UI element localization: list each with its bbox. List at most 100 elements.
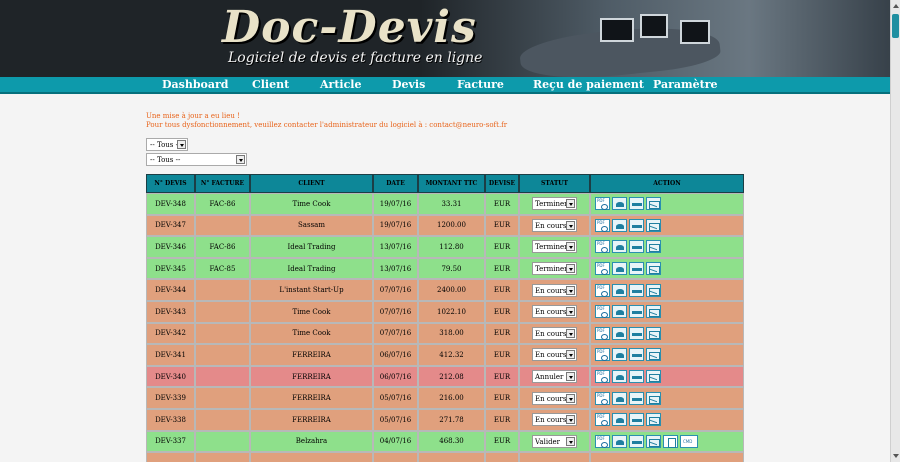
delete-icon[interactable] xyxy=(629,218,644,232)
edit-icon[interactable] xyxy=(612,413,627,427)
status-select[interactable]: Terminer xyxy=(532,240,577,254)
header-action: ACTION xyxy=(590,174,744,193)
header-client[interactable]: CLIENT xyxy=(250,174,373,193)
delete-icon[interactable] xyxy=(629,434,644,448)
pdf-icon[interactable] xyxy=(595,283,610,297)
nav-dashboard[interactable]: Dashboard xyxy=(162,78,229,91)
edit-icon[interactable] xyxy=(612,348,627,362)
vertical-scrollbar[interactable] xyxy=(890,0,900,462)
cell-devise: EUR xyxy=(485,193,519,215)
cell-devise: EUR xyxy=(485,344,519,366)
pdf-icon[interactable] xyxy=(595,262,610,276)
delete-icon[interactable] xyxy=(629,370,644,384)
cell-client: Belzahra xyxy=(250,430,373,453)
status-select[interactable]: Annuler xyxy=(532,370,577,384)
status-select[interactable]: En cours xyxy=(532,218,577,232)
mail-icon[interactable] xyxy=(646,370,661,384)
status-select[interactable]: Terminer xyxy=(532,197,577,211)
mail-icon[interactable] xyxy=(646,240,661,254)
status-select-value: Terminer xyxy=(535,243,568,252)
status-select[interactable]: En cours xyxy=(532,283,577,297)
pdf-icon[interactable] xyxy=(595,391,610,405)
nav-facture[interactable]: Facture xyxy=(457,78,504,91)
header-montant[interactable]: MONTANT TTC xyxy=(418,174,485,193)
cell-devise: EUR xyxy=(485,214,519,237)
pdf-icon[interactable] xyxy=(595,218,610,232)
delete-icon[interactable] xyxy=(629,348,644,362)
nav-devis[interactable]: Devis xyxy=(392,78,425,91)
mail-icon[interactable] xyxy=(646,348,661,362)
delete-icon[interactable] xyxy=(629,283,644,297)
status-select[interactable]: En cours xyxy=(532,305,577,319)
nav-article[interactable]: Article xyxy=(320,78,361,91)
status-select[interactable]: En cours xyxy=(532,413,577,427)
pdf-icon[interactable] xyxy=(595,326,610,340)
table-row: DEV-343 Time Cook 07/07/16 1022.10 EUR En cou… xyxy=(146,300,744,323)
edit-icon[interactable] xyxy=(612,283,627,297)
document-icon[interactable] xyxy=(663,434,678,448)
cell-devis: DEV-345 xyxy=(146,257,195,280)
delete-icon[interactable] xyxy=(629,262,644,276)
header-statut[interactable]: STATUT xyxy=(519,174,590,193)
table-cell xyxy=(590,452,744,462)
chevron-down-icon xyxy=(566,199,575,209)
table-cell xyxy=(373,452,418,462)
mail-icon[interactable] xyxy=(646,305,661,319)
cell-client: Ideal Trading xyxy=(250,257,373,280)
header-date[interactable]: DATE xyxy=(373,174,418,193)
edit-icon[interactable] xyxy=(612,391,627,405)
mail-icon[interactable] xyxy=(646,218,661,232)
edit-icon[interactable] xyxy=(612,326,627,340)
table-cell xyxy=(485,452,519,462)
status-select[interactable]: En cours xyxy=(532,326,577,340)
pdf-icon[interactable] xyxy=(595,413,610,427)
edit-icon[interactable] xyxy=(612,370,627,384)
mail-icon[interactable] xyxy=(646,391,661,405)
nav-parametre[interactable]: Paramètre xyxy=(653,78,718,91)
cell-devise: EUR xyxy=(485,236,519,258)
pdf-icon[interactable] xyxy=(595,370,610,384)
pdf-icon[interactable] xyxy=(595,305,610,319)
delete-icon[interactable] xyxy=(629,240,644,254)
status-select[interactable]: En cours xyxy=(532,391,577,405)
mail-icon[interactable] xyxy=(646,197,661,211)
mail-icon[interactable] xyxy=(646,283,661,297)
order-icon[interactable] xyxy=(680,434,698,448)
mail-icon[interactable] xyxy=(646,434,661,448)
edit-icon[interactable] xyxy=(612,218,627,232)
edit-icon[interactable] xyxy=(612,434,627,448)
pdf-icon[interactable] xyxy=(595,197,610,211)
delete-icon[interactable] xyxy=(629,413,644,427)
delete-icon[interactable] xyxy=(629,305,644,319)
pdf-icon[interactable] xyxy=(595,348,610,362)
delete-icon[interactable] xyxy=(629,326,644,340)
cell-client: Sassam xyxy=(250,214,373,237)
cell-date: 07/07/16 xyxy=(373,322,418,345)
cell-devis: DEV-346 xyxy=(146,236,195,258)
scroll-up-icon[interactable] xyxy=(893,4,899,8)
nav-client[interactable]: Client xyxy=(252,78,289,91)
pdf-icon[interactable] xyxy=(595,240,610,254)
cell-devise: EUR xyxy=(485,365,519,388)
edit-icon[interactable] xyxy=(612,197,627,211)
header-devise[interactable]: DEVISE xyxy=(485,174,519,193)
header-devis[interactable]: N° DEVIS xyxy=(146,174,195,193)
status-select[interactable]: En cours xyxy=(532,348,577,362)
scroll-down-icon[interactable] xyxy=(893,454,899,458)
pdf-icon[interactable] xyxy=(595,434,610,448)
filter-select-2[interactable]: -- Tous -- xyxy=(146,153,247,166)
edit-icon[interactable] xyxy=(612,305,627,319)
mail-icon[interactable] xyxy=(646,262,661,276)
mail-icon[interactable] xyxy=(646,326,661,340)
edit-icon[interactable] xyxy=(612,262,627,276)
header-facture[interactable]: N° FACTURE xyxy=(195,174,250,193)
edit-icon[interactable] xyxy=(612,240,627,254)
scroll-thumb[interactable] xyxy=(892,14,899,38)
nav-recu-paiement[interactable]: Reçu de paiement xyxy=(533,78,644,91)
status-select[interactable]: Terminer xyxy=(532,262,577,276)
status-select[interactable]: Valider xyxy=(532,434,577,448)
mail-icon[interactable] xyxy=(646,413,661,427)
delete-icon[interactable] xyxy=(629,391,644,405)
filter-select-1[interactable]: -- Tous -- xyxy=(146,138,188,151)
delete-icon[interactable] xyxy=(629,197,644,211)
